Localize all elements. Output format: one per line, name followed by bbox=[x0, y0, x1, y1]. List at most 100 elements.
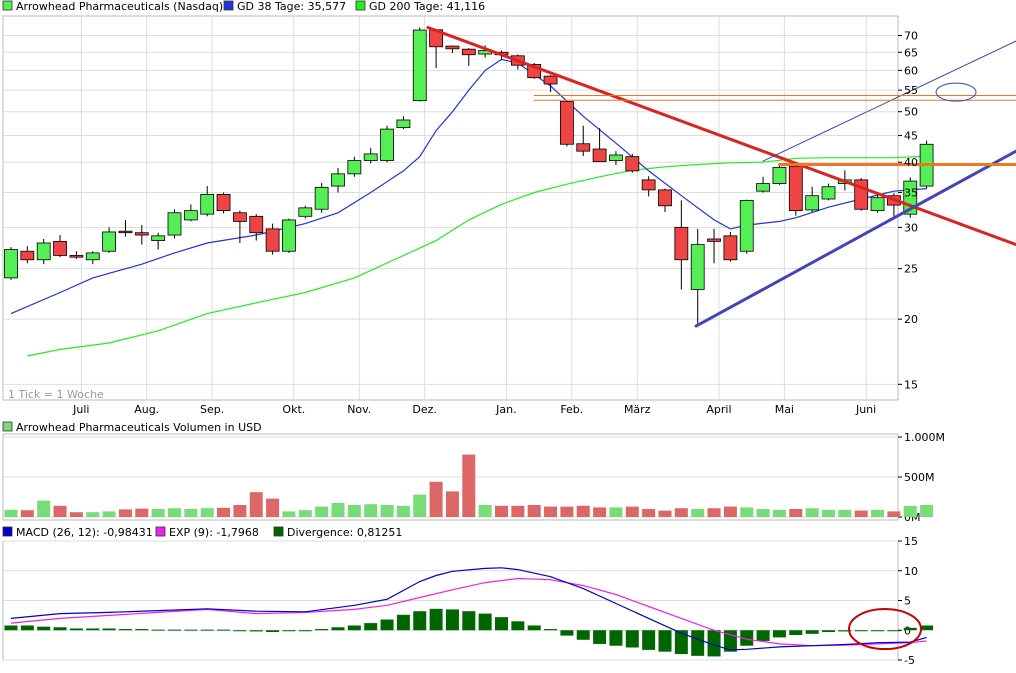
divergence-bar bbox=[20, 625, 34, 631]
divergence-bar bbox=[102, 628, 116, 631]
divergence-bar bbox=[822, 630, 835, 633]
divergence-bar bbox=[69, 628, 83, 631]
candle-body bbox=[69, 255, 84, 258]
divergence-bar bbox=[756, 630, 770, 641]
divergence-bar bbox=[903, 627, 917, 631]
divergence-bar bbox=[266, 630, 280, 633]
candle-body bbox=[118, 230, 133, 234]
candle-body bbox=[331, 173, 345, 187]
volume-bar bbox=[135, 508, 149, 517]
divergence-bar bbox=[789, 630, 803, 636]
volume-bar bbox=[527, 505, 541, 517]
tick-note: 1 Tick = 1 Woche bbox=[8, 388, 104, 401]
volume-bar bbox=[53, 505, 67, 517]
candle-body bbox=[543, 75, 558, 85]
candle-body bbox=[216, 194, 231, 212]
candle-body bbox=[756, 183, 770, 192]
highlight-ellipse-55 bbox=[935, 82, 977, 102]
month-label: Okt. bbox=[282, 403, 305, 416]
candle-body bbox=[772, 166, 787, 184]
divergence-bar bbox=[331, 627, 345, 631]
divergence-bar bbox=[609, 630, 623, 646]
volume-bar bbox=[609, 507, 623, 517]
divergence-bar bbox=[396, 614, 410, 631]
divergence-bar bbox=[445, 609, 459, 631]
divergence-bar bbox=[691, 630, 705, 656]
divergence-bar bbox=[805, 630, 819, 634]
volume-bar bbox=[396, 505, 410, 517]
volume-bar bbox=[691, 509, 705, 517]
volume-bar bbox=[674, 508, 688, 517]
volume-bar bbox=[86, 512, 100, 517]
macd-axis-label: 5 bbox=[904, 595, 911, 608]
volume-bar bbox=[707, 508, 721, 517]
macd-axis-label: 0 bbox=[904, 624, 911, 637]
price-axis-label: 70 bbox=[904, 30, 918, 43]
candle-body bbox=[445, 45, 460, 50]
month-label: Dez. bbox=[412, 403, 437, 416]
legend-label: Arrowhead Pharmaceuticals (Nasdaq) bbox=[16, 0, 223, 13]
volume-bar bbox=[789, 509, 803, 517]
candle-body bbox=[183, 210, 198, 221]
legend-swatch bbox=[2, 526, 13, 537]
candle-body bbox=[870, 197, 885, 212]
macd-axis-label: -5 bbox=[904, 654, 915, 667]
volume-bar bbox=[854, 510, 868, 517]
divergence-bar bbox=[576, 630, 590, 640]
divergence-bar bbox=[625, 630, 639, 648]
candle-body bbox=[265, 228, 280, 252]
volume-bar bbox=[364, 504, 378, 517]
month-label: Mai bbox=[775, 403, 794, 416]
volume-bar bbox=[625, 506, 639, 517]
candle-body bbox=[298, 207, 313, 217]
legend-swatch bbox=[155, 526, 166, 537]
legend-label: Divergence: 0,81251 bbox=[287, 526, 402, 539]
divergence-bar bbox=[118, 629, 132, 631]
volume-bar bbox=[20, 510, 34, 517]
divergence-bar bbox=[429, 608, 443, 631]
legend-label: GD 38 Tage: 35,577 bbox=[237, 0, 346, 13]
volume-bar bbox=[903, 505, 917, 517]
month-label: Sep. bbox=[200, 403, 224, 416]
divergence-bar bbox=[168, 629, 181, 631]
volume-bar bbox=[413, 494, 427, 517]
volume-bar bbox=[429, 481, 443, 517]
candle-body bbox=[232, 212, 247, 222]
candle-body bbox=[4, 249, 18, 279]
divergence-bar bbox=[511, 621, 525, 631]
volume-bar bbox=[642, 509, 656, 517]
candle-body bbox=[134, 232, 149, 236]
month-label: Juli bbox=[72, 403, 89, 416]
candle-body bbox=[461, 48, 476, 56]
price-axis-label: 45 bbox=[904, 130, 918, 143]
volume-bar bbox=[462, 454, 476, 517]
candle-body bbox=[396, 119, 411, 129]
volume-axis-label: 500M bbox=[904, 471, 935, 484]
divergence-bar bbox=[544, 629, 558, 631]
candle-body bbox=[412, 29, 427, 102]
candle-body bbox=[723, 235, 738, 261]
divergence-bar bbox=[364, 623, 378, 631]
divergence-bar bbox=[217, 629, 231, 631]
price-axis-label: 15 bbox=[904, 378, 918, 391]
divergence-bar bbox=[200, 629, 214, 631]
volume-bar bbox=[37, 500, 51, 517]
candle-body bbox=[36, 242, 51, 261]
month-label: Aug. bbox=[134, 403, 159, 416]
candle-body bbox=[658, 189, 672, 207]
macd-axis-label: 15 bbox=[904, 535, 918, 548]
stock-chart: 15 20 25 30 35 40 45 50 55 60 65 70 Juli Aug. Sep. Okt.… bbox=[0, 0, 1016, 670]
volume-bar bbox=[723, 506, 737, 517]
divergence-bar bbox=[527, 625, 541, 631]
volume-bar bbox=[560, 506, 574, 517]
candle-body bbox=[739, 199, 754, 252]
legend-label: EXP (9): -1,7968 bbox=[169, 526, 259, 539]
legend-swatch bbox=[223, 0, 234, 11]
divergence-bar bbox=[593, 630, 607, 644]
volume-bar bbox=[151, 509, 165, 517]
candle-body bbox=[314, 186, 329, 210]
volume-bar bbox=[233, 505, 247, 517]
candle-body bbox=[707, 238, 721, 242]
candle-body bbox=[641, 179, 656, 191]
divergence-bar bbox=[642, 630, 656, 650]
